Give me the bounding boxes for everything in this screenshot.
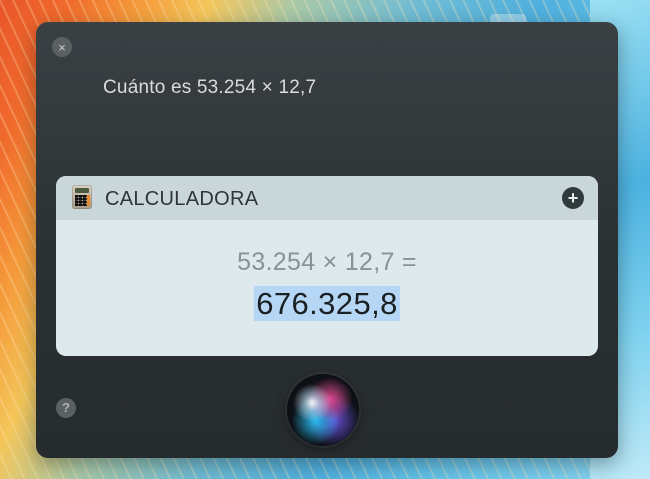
calc-expression: 53.254 × 12,7 =: [237, 248, 417, 276]
siri-panel: × Cuánto es 53.254 × 12,7 CALCULADORA + …: [36, 22, 618, 458]
calc-result[interactable]: 676.325,8: [56, 286, 598, 322]
close-icon[interactable]: ×: [52, 37, 72, 57]
calculator-icon: [72, 185, 92, 209]
calculator-card[interactable]: CALCULADORA + 53.254 × 12,7 = 676.325,8: [56, 176, 598, 356]
siri-orb-icon[interactable]: [287, 374, 359, 446]
siri-query-text: Cuánto es 53.254 × 12,7: [103, 77, 317, 98]
calc-result-value[interactable]: 676.325,8: [254, 286, 400, 321]
question-icon[interactable]: ?: [56, 398, 76, 418]
card-title: CALCULADORA: [105, 188, 259, 210]
plus-icon[interactable]: +: [562, 187, 584, 209]
card-header: CALCULADORA +: [56, 176, 598, 220]
